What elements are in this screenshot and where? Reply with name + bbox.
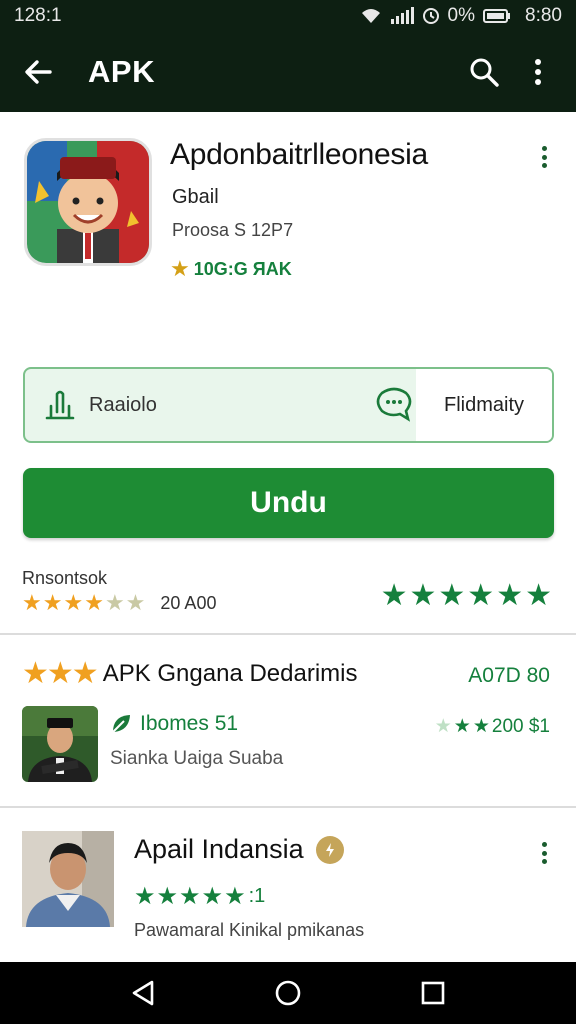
system-nav-bar (0, 962, 576, 1024)
star-icon: ★ (22, 590, 42, 615)
ratings-count: 20 A00 (160, 592, 217, 613)
ratings-small-stars: ★ ★ ★ ★ ★ ★ 20 A00 (22, 590, 216, 616)
dot-icon (541, 859, 547, 864)
ratings-label: Rnsontsok (22, 568, 108, 588)
battery-icon (483, 8, 511, 24)
nav-recents-button[interactable] (413, 973, 453, 1013)
list-item-1-desc: Sianka Uaiga Suaba (110, 748, 284, 769)
chat-icon (376, 387, 412, 422)
star-icon: ★ (201, 883, 224, 910)
divider (0, 806, 576, 808)
star-icon: ★ (42, 590, 63, 615)
app-header: Apdonbaitrlleonesia Gbail Proosa S 12P7 … (0, 112, 576, 362)
star-icon: ★ (134, 883, 156, 910)
app-more-button[interactable] (532, 142, 556, 172)
search-icon (470, 58, 499, 87)
touch-icon (45, 390, 75, 420)
star-icon: ★ (496, 579, 524, 612)
list-item-1-thumbnail[interactable] (22, 706, 98, 782)
app-bar: APK (0, 32, 576, 112)
battery-percent: 0% (447, 5, 476, 26)
alarm-icon (422, 7, 440, 25)
list-item-1-rating: ★ ★ ★ 200 $1 (435, 715, 550, 738)
segment-left-label: Raaiolo (89, 393, 157, 416)
overflow-menu-button[interactable] (518, 52, 558, 92)
segment-left[interactable]: Raaiolo (25, 369, 372, 441)
list-item-1-tag: Ibomes 51 (110, 712, 238, 736)
search-button[interactable] (464, 52, 504, 92)
star-icon: ★ (438, 579, 466, 612)
star-icon: ★ (179, 883, 201, 910)
dot-icon (541, 154, 547, 160)
segment-control: Raaiolo Flidmaity (23, 367, 554, 443)
list-item-2-rating-text: :1 (248, 885, 266, 907)
list-item-1-title: APK Gngana Dedarimis (102, 659, 358, 687)
star-icon: ★★★ (22, 657, 99, 690)
star-icon: ★ (453, 716, 471, 737)
app-meta: Proosa S 12P7 (172, 220, 294, 240)
nav-back-button[interactable] (123, 973, 163, 1013)
install-button[interactable]: Undu (23, 468, 554, 538)
circle-home-icon (275, 980, 301, 1006)
install-button-label: Undu (250, 486, 327, 519)
list-item-2-thumbnail[interactable] (22, 831, 114, 927)
app-icon[interactable] (24, 138, 152, 266)
app-developer[interactable]: Gbail (172, 186, 219, 209)
dot-icon (541, 850, 547, 856)
segment-right-label: Flidmaity (443, 393, 524, 416)
star-empty-icon: ★ (104, 590, 125, 615)
leaf-icon (112, 715, 130, 733)
list-item-1-tag-text: Ibomes 51 (140, 712, 239, 735)
status-time: 128:1 (14, 5, 62, 26)
app-bar-title: APK (88, 54, 155, 89)
dot-icon (541, 163, 547, 168)
star-icon: ★ (472, 716, 490, 737)
dot-icon (541, 842, 547, 847)
star-icon: ★ (525, 579, 552, 612)
list-item-1-header[interactable]: ★★★ APK Gngana Dedarimis (22, 656, 357, 691)
square-recents-icon (422, 981, 445, 1005)
star-icon: ★ (63, 590, 84, 615)
dot-icon (541, 146, 547, 151)
list-item-2-desc: Pawamaral Kinikal pmikanas (134, 920, 365, 940)
triangle-back-icon (132, 980, 153, 1006)
list-item-1-price: A07D 80 (468, 664, 550, 687)
star-icon: ★ (156, 883, 179, 910)
star-empty-icon: ★ (125, 590, 146, 615)
status-bar: 128:1 0% 8:80 (0, 0, 576, 32)
signal-icon (390, 7, 414, 25)
list-item-2-rating: ★ ★ ★ ★ ★ :1 (134, 882, 265, 911)
verified-badge-icon (315, 835, 344, 864)
list-item-2-title-row[interactable]: Apail Indansia (134, 834, 344, 865)
status-icons: 0% 8:80 (360, 5, 562, 27)
arrow-left-icon (25, 60, 52, 84)
list-item-2-title: Apail Indansia (134, 834, 304, 864)
status-clock: 8:80 (525, 5, 562, 26)
segment-right[interactable]: Flidmaity (416, 369, 552, 441)
star-icon: ★ (380, 579, 408, 612)
app-rating-text: 10G:G ЯAK (193, 258, 292, 279)
divider (0, 633, 576, 635)
star-icon: ★ (409, 579, 437, 612)
ratings-big-stars[interactable]: ★ ★ ★ ★ ★ ★ (381, 578, 552, 613)
list-item-2-more-button[interactable] (532, 838, 556, 868)
app-name: Apdonbaitrlleonesia (170, 138, 428, 171)
star-icon: ★ (434, 716, 452, 737)
wifi-icon (360, 7, 382, 25)
back-button[interactable] (18, 52, 58, 92)
list-item-1-rating-text: 200 $1 (491, 715, 550, 737)
star-icon: ★ (467, 579, 495, 612)
chat-icon-wrap[interactable] (372, 369, 416, 441)
star-icon: ★ (224, 883, 246, 910)
app-rating: ★ 10G:G ЯAK (170, 256, 292, 282)
more-vert-icon (535, 59, 541, 85)
star-icon: ★ (170, 256, 190, 281)
star-icon: ★ (84, 590, 104, 615)
nav-home-button[interactable] (268, 973, 308, 1013)
